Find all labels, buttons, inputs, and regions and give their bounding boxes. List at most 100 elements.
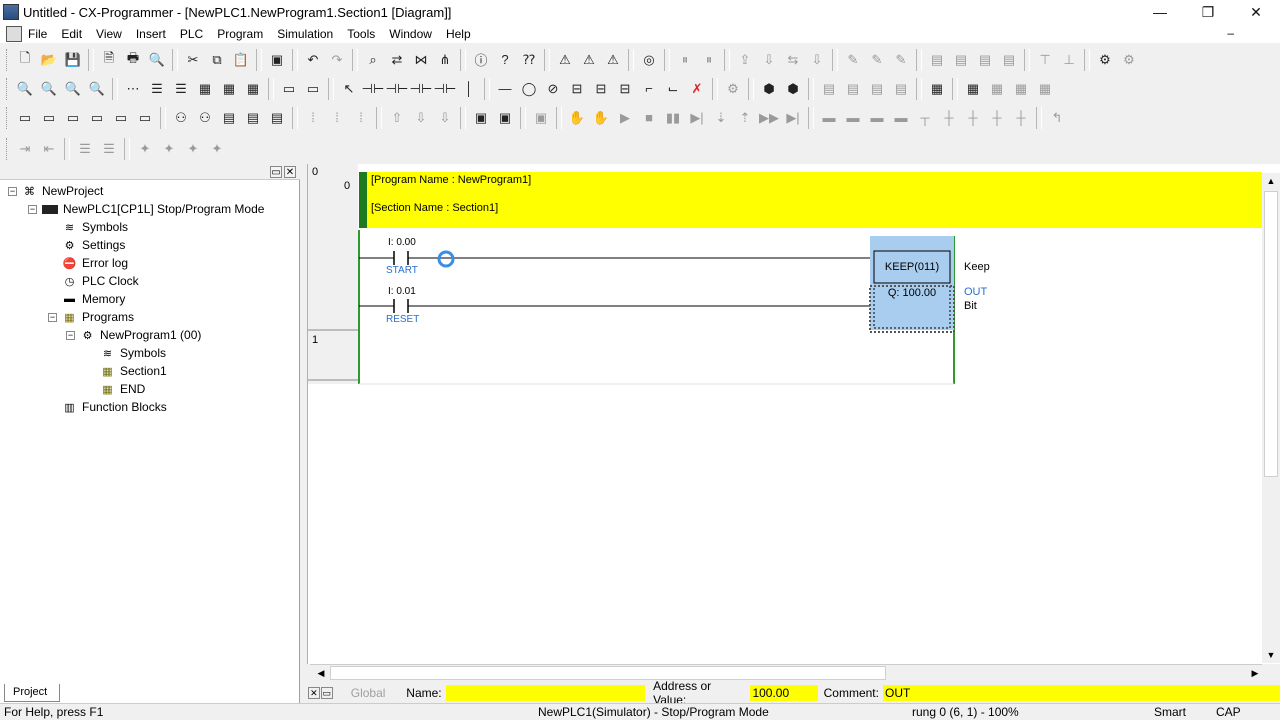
step-icon[interactable]: ⏸ bbox=[674, 49, 696, 71]
cut-icon[interactable]: ✂ bbox=[182, 49, 204, 71]
step-run-icon[interactable]: ▶| bbox=[686, 107, 708, 129]
menu-program[interactable]: Program bbox=[217, 27, 263, 41]
name-field[interactable] bbox=[445, 685, 646, 701]
symbol-view-icon[interactable]: ▭ bbox=[110, 107, 132, 129]
binary-display-icon[interactable]: ⚇ bbox=[170, 107, 192, 129]
tree-node-plc-clock[interactable]: ◷ PLC Clock bbox=[62, 272, 139, 290]
delete-column-icon[interactable]: ┼ bbox=[986, 107, 1008, 129]
menu-simulation[interactable]: Simulation bbox=[277, 27, 333, 41]
line-connect-icon[interactable]: ⌐ bbox=[638, 78, 660, 100]
sim-breakpoint-icon[interactable]: ✋ bbox=[566, 107, 588, 129]
menu-help[interactable]: Help bbox=[446, 27, 471, 41]
zoom-fit-icon[interactable]: 🔍 bbox=[86, 78, 108, 100]
bookmark-icon[interactable]: ✦ bbox=[134, 138, 156, 160]
simulation-settings-icon[interactable]: ▣ bbox=[530, 107, 552, 129]
return-icon[interactable]: ↰ bbox=[1046, 107, 1068, 129]
plc-settings-icon[interactable]: ▤ bbox=[890, 78, 912, 100]
minimize-button[interactable]: — bbox=[1136, 0, 1184, 24]
global-checkbox-label[interactable]: Global bbox=[351, 686, 389, 700]
transfer-icon[interactable]: ⚇ bbox=[194, 107, 216, 129]
insert-rung-above-icon[interactable]: ▬ bbox=[818, 107, 840, 129]
replace-icon[interactable]: ⇄ bbox=[386, 49, 408, 71]
reset-icon[interactable]: ⚙ bbox=[1118, 49, 1140, 71]
app-icon[interactable] bbox=[3, 4, 19, 20]
menu-file[interactable]: File bbox=[28, 27, 47, 41]
new-pf-icon[interactable]: ⊟ bbox=[614, 78, 636, 100]
menu-insert[interactable]: Insert bbox=[136, 27, 166, 41]
output-window-icon[interactable]: ▦ bbox=[926, 78, 948, 100]
collapse-icon[interactable]: − bbox=[8, 186, 17, 196]
preview-icon[interactable]: 🔍 bbox=[146, 49, 168, 71]
tree-node-programs[interactable]: − ▦ Programs bbox=[48, 308, 134, 326]
transfer-to-plc-icon[interactable]: ⇪ bbox=[734, 49, 756, 71]
time-chart-icon[interactable]: ▤ bbox=[998, 49, 1020, 71]
continuous-step-icon[interactable]: ▶▶ bbox=[758, 107, 780, 129]
new-closed-or-icon[interactable]: ⊣⊢ bbox=[434, 78, 457, 100]
horizontal-line-icon[interactable]: — bbox=[494, 78, 516, 100]
monitor-window-icon[interactable]: ▤ bbox=[950, 49, 972, 71]
io-table-icon[interactable]: ▤ bbox=[818, 78, 840, 100]
insert-branch-icon[interactable]: ┼ bbox=[1010, 107, 1032, 129]
help-icon[interactable]: ? bbox=[494, 49, 516, 71]
io-comments-icon[interactable]: ▤ bbox=[242, 107, 264, 129]
info-bar-close-button[interactable]: ✕ bbox=[308, 687, 320, 699]
program-check-icon[interactable]: ⚠ bbox=[602, 49, 624, 71]
properties-window-icon[interactable]: ▦ bbox=[1034, 78, 1056, 100]
comment-block-icon[interactable]: ☰ bbox=[74, 138, 96, 160]
simulation-window-icon[interactable]: ▣ bbox=[494, 107, 516, 129]
tree-node-plc[interactable]: − NewPLC1[CP1L] Stop/Program Mode bbox=[28, 200, 264, 218]
memory-view-icon[interactable]: ▤ bbox=[866, 78, 888, 100]
paste-icon[interactable]: 📋 bbox=[230, 49, 252, 71]
rung-bookmark-icon[interactable]: ☰ bbox=[170, 78, 192, 100]
new-closed-contact-icon[interactable]: ⊣⊢ bbox=[386, 78, 409, 100]
run-icon[interactable]: ▶ bbox=[614, 107, 636, 129]
sim-clear-breakpoints-icon[interactable]: ✋ bbox=[590, 107, 612, 129]
new-file-icon[interactable]: 🗋 bbox=[14, 49, 36, 71]
insert-rung-below-icon[interactable]: ▬ bbox=[842, 107, 864, 129]
info-icon[interactable]: ⓘ bbox=[470, 49, 492, 71]
menu-view[interactable]: View bbox=[96, 27, 122, 41]
new-or-icon[interactable]: ⊣⊢ bbox=[410, 78, 433, 100]
diagram-vertical-scrollbar[interactable]: ▲ ▼ bbox=[1262, 173, 1280, 663]
address-reference-icon[interactable]: ⋔ bbox=[434, 49, 456, 71]
horizontal-scroll-thumb[interactable] bbox=[330, 666, 886, 680]
tree-node-settings[interactable]: ⚙ Settings bbox=[62, 236, 126, 254]
zoom-icon[interactable]: 🔍 bbox=[14, 78, 36, 100]
pause-icon[interactable]: ⏸ bbox=[698, 49, 720, 71]
project-workspace-icon[interactable]: ▦ bbox=[962, 78, 984, 100]
clipboard-icon[interactable]: ▣ bbox=[266, 49, 288, 71]
delete-row-icon[interactable]: ┼ bbox=[938, 107, 960, 129]
scroll-down-button[interactable]: ▼ bbox=[1262, 647, 1280, 663]
set-icon[interactable]: ⚙ bbox=[1094, 49, 1116, 71]
monitor-icon[interactable]: ▤ bbox=[926, 49, 948, 71]
section-icon[interactable]: ▦ bbox=[242, 78, 264, 100]
zoom-in-icon[interactable]: 🔍 bbox=[38, 78, 60, 100]
sma-icon[interactable]: ▭ bbox=[278, 78, 300, 100]
tree-node-error-log[interactable]: ⛔ Error log bbox=[62, 254, 128, 272]
verify-icon[interactable]: ⇩ bbox=[434, 107, 456, 129]
tree-node-section1[interactable]: ▦ Section1 bbox=[100, 362, 166, 380]
sfc-view-icon[interactable]: ▭ bbox=[86, 107, 108, 129]
info-bar-dock-button[interactable]: ▭ bbox=[320, 687, 333, 699]
tree-node-function-blocks[interactable]: ▥ Function Blocks bbox=[62, 398, 166, 416]
next-bookmark-icon[interactable]: ✦ bbox=[158, 138, 180, 160]
scroll-up-button[interactable]: ▲ bbox=[1262, 173, 1280, 189]
upload-icon[interactable]: ⇧ bbox=[386, 107, 408, 129]
cross-reference-icon[interactable]: ⋈ bbox=[410, 49, 432, 71]
simulation-on-icon[interactable]: ▣ bbox=[470, 107, 492, 129]
compare-icon[interactable]: ⇆ bbox=[782, 49, 804, 71]
tree-node-newprogram1[interactable]: − ⚙ NewProgram1 (00) bbox=[66, 326, 201, 344]
step-in-icon[interactable]: ⇣ bbox=[710, 107, 732, 129]
download-icon[interactable]: ⇩ bbox=[806, 49, 828, 71]
workspace-close-button[interactable]: ✕ bbox=[284, 166, 296, 178]
cross-ref-table-icon[interactable]: ▤ bbox=[218, 107, 240, 129]
context-help-icon[interactable]: ⁇ bbox=[518, 49, 540, 71]
copy-icon[interactable]: ⧉ bbox=[206, 49, 228, 71]
st-view-icon[interactable]: ▭ bbox=[62, 107, 84, 129]
vertical-line-icon[interactable]: │ bbox=[458, 78, 480, 100]
memory-edit-icon[interactable]: ▤ bbox=[842, 78, 864, 100]
menu-window[interactable]: Window bbox=[389, 27, 432, 41]
collapse-icon[interactable]: − bbox=[66, 330, 75, 340]
stop-icon[interactable]: ■ bbox=[638, 107, 660, 129]
mnemonic-view-icon[interactable]: ▭ bbox=[38, 107, 60, 129]
